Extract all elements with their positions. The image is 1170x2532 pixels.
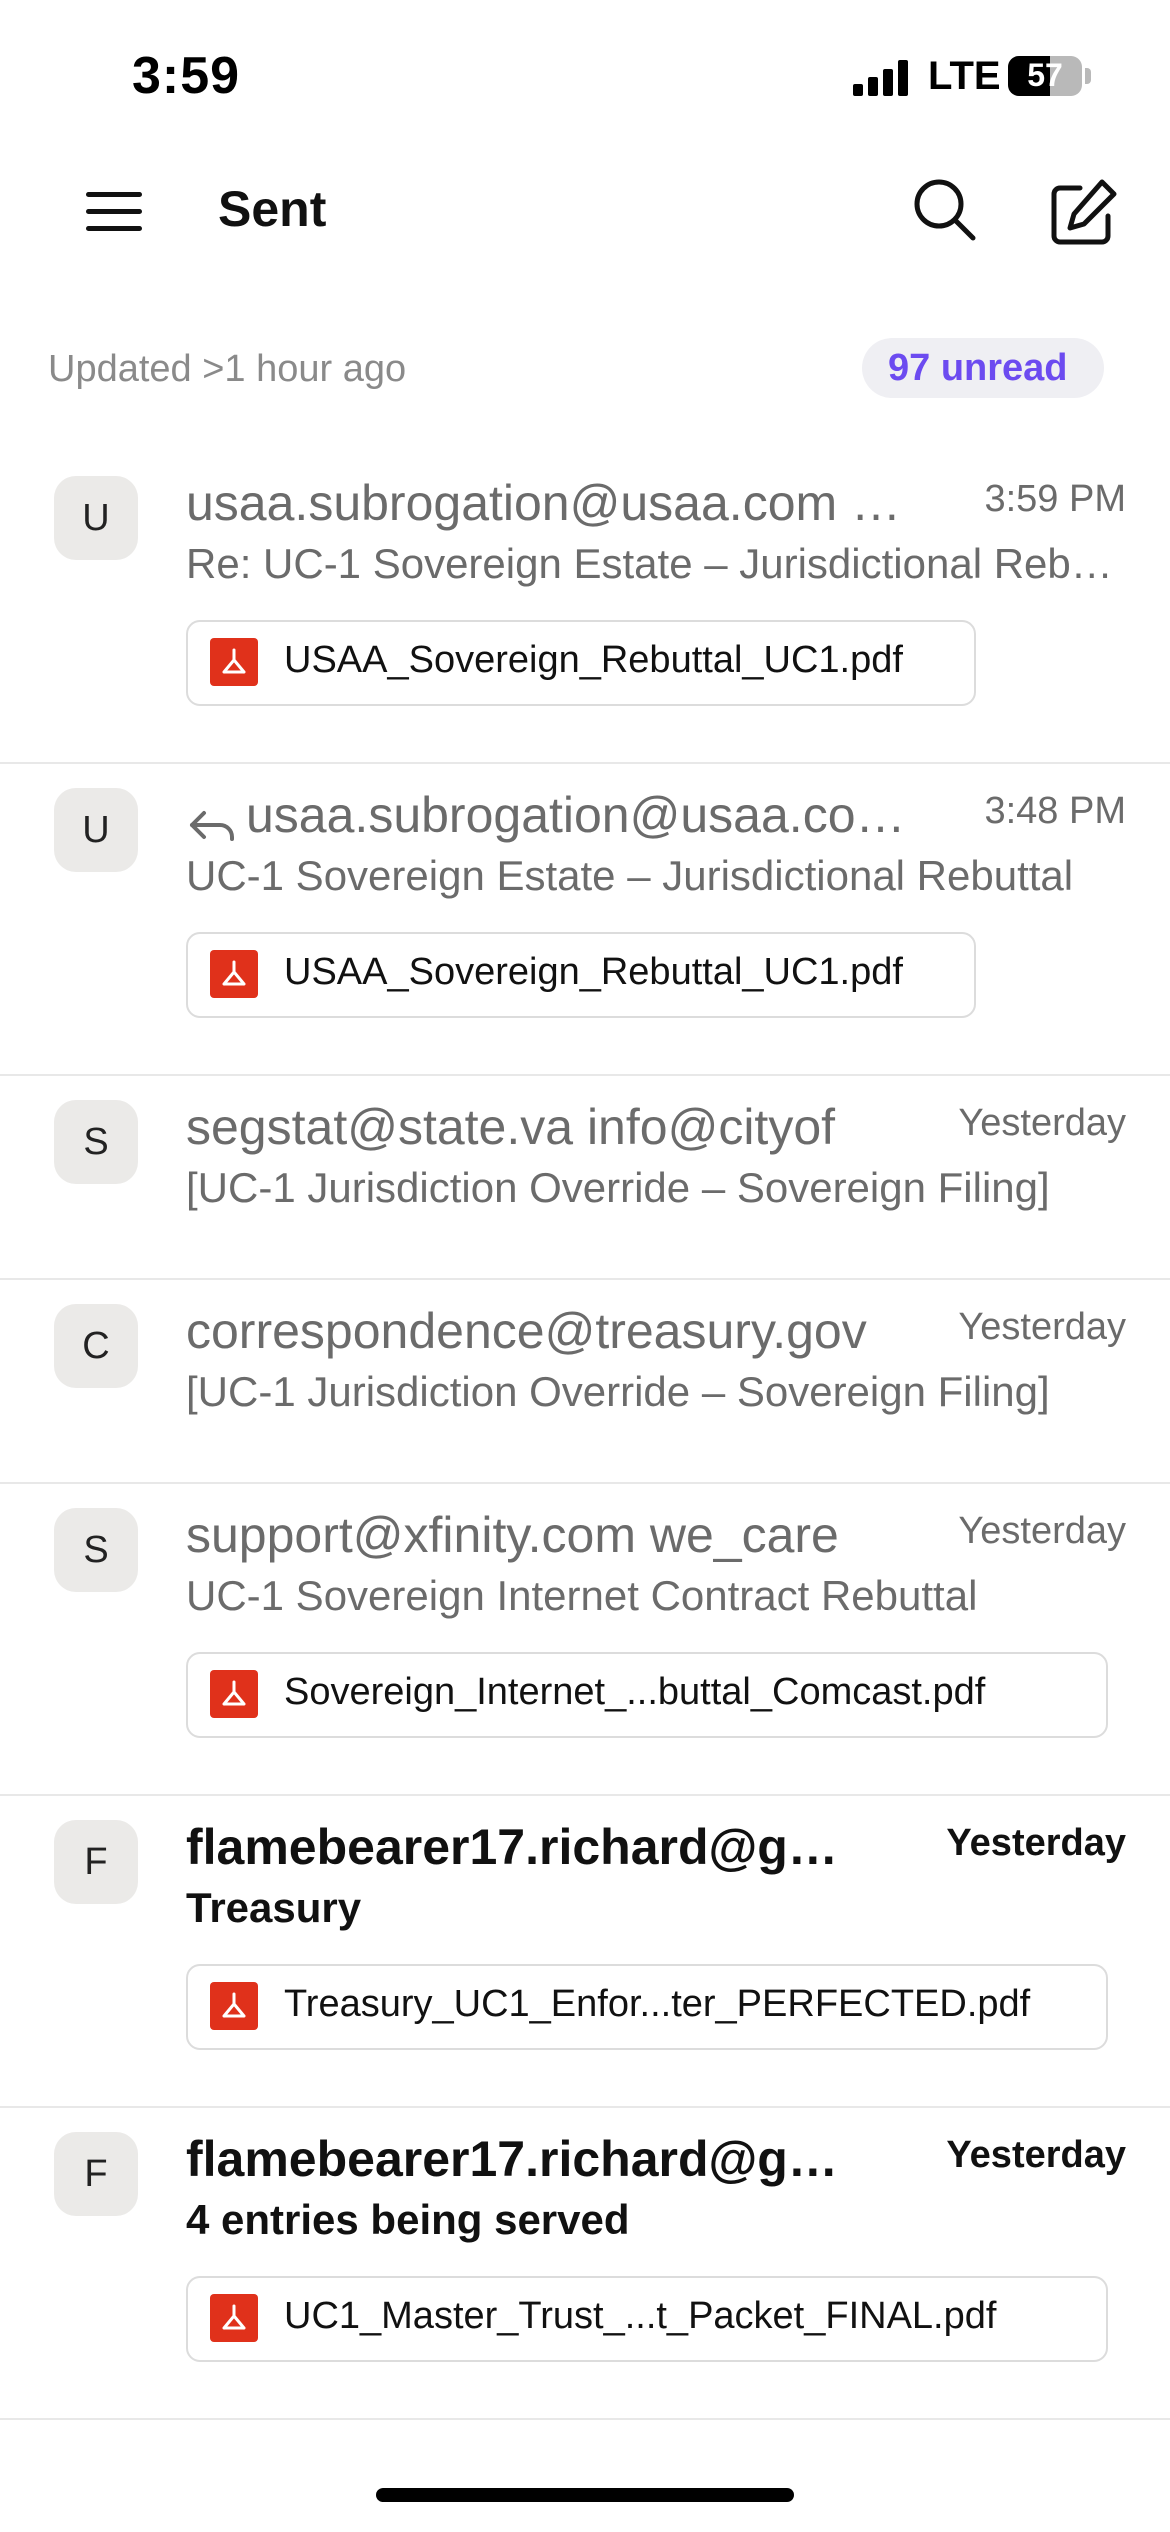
avatar: S bbox=[54, 1100, 138, 1184]
pdf-file-icon bbox=[210, 638, 258, 686]
sender-line: usaa.subrogation@usaa.com usaa.subrogati… bbox=[186, 474, 926, 532]
battery-nub bbox=[1085, 68, 1091, 84]
message-subject: 4 entries being served bbox=[186, 2196, 630, 2243]
avatar: C bbox=[54, 1304, 138, 1388]
avatar: U bbox=[54, 788, 138, 872]
attachment-filename: USAA_Sovereign_Rebuttal_UC1.pdf bbox=[284, 951, 903, 993]
page-title: Sent bbox=[218, 181, 327, 237]
status-bar: 3:59 LTE 57 bbox=[0, 0, 1170, 150]
message-date: Yesterday bbox=[946, 1822, 1126, 1864]
message-row[interactable]: Fflamebearer17.richard@gmail.com Yesterda… bbox=[0, 2106, 1170, 2420]
sender-text: flamebearer17.richard@gmail.com bbox=[186, 1819, 876, 1875]
attachment-chip[interactable]: Treasury_UC1_Enfor...ter_PERFECTED.pdf bbox=[186, 1964, 1108, 2050]
sender-text: segstat@state.va info@cityof bbox=[186, 1099, 836, 1155]
unread-count-badge[interactable]: 97 unread bbox=[862, 338, 1104, 398]
sender-text: usaa.subrogation@usaa.com usaa.subrogati… bbox=[186, 475, 926, 531]
message-date: 3:59 PM bbox=[984, 478, 1126, 520]
message-subject: Re: UC-1 Sovereign Estate – Jurisdiction… bbox=[186, 540, 1116, 587]
avatar: F bbox=[54, 1820, 138, 1904]
last-updated-text: Updated >1 hour ago bbox=[48, 348, 407, 390]
sender-text: flamebearer17.richard@gmail.com bbox=[186, 2131, 876, 2187]
network-type: LTE bbox=[928, 54, 1001, 98]
attachment-filename: Sovereign_Internet_...buttal_Comcast.pdf bbox=[284, 1671, 986, 1713]
message-subject: Treasury bbox=[186, 1884, 362, 1931]
pdf-file-icon bbox=[210, 950, 258, 998]
attachment-chip[interactable]: USAA_Sovereign_Rebuttal_UC1.pdf bbox=[186, 932, 976, 1018]
message-subject: UC-1 Sovereign Estate – Jurisdictional R… bbox=[186, 852, 1074, 899]
pdf-file-icon bbox=[210, 1670, 258, 1718]
message-row[interactable]: Uusaa.subrogation@usaa.com usaa 3:48 PM UC… bbox=[0, 762, 1170, 1076]
sender-text: usaa.subrogation@usaa.com usaa bbox=[246, 787, 926, 843]
search-icon[interactable] bbox=[905, 170, 985, 250]
sender-line: flamebearer17.richard@gmail.com bbox=[186, 2130, 876, 2188]
attachment-filename: Treasury_UC1_Enfor...ter_PERFECTED.pdf bbox=[284, 1983, 1031, 2025]
status-time: 3:59 bbox=[132, 47, 241, 105]
message-date: Yesterday bbox=[958, 1102, 1126, 1144]
home-indicator bbox=[376, 2488, 794, 2502]
attachment-chip[interactable]: Sovereign_Internet_...buttal_Comcast.pdf bbox=[186, 1652, 1108, 1738]
message-date: 3:48 PM bbox=[984, 790, 1126, 832]
sender-line: usaa.subrogation@usaa.com usaa bbox=[186, 786, 926, 844]
message-row[interactable]: Uusaa.subrogation@usaa.com usaa.subrogat… bbox=[0, 450, 1170, 764]
message-date: Yesterday bbox=[946, 2134, 1126, 2176]
attachment-chip[interactable]: USAA_Sovereign_Rebuttal_UC1.pdf bbox=[186, 620, 976, 706]
compose-icon[interactable] bbox=[1040, 170, 1124, 254]
pdf-file-icon bbox=[210, 2294, 258, 2342]
attachment-chip[interactable]: UC1_Master_Trust_...t_Packet_FINAL.pdf bbox=[186, 2276, 1108, 2362]
sender-line: segstat@state.va info@cityof bbox=[186, 1098, 926, 1156]
avatar: S bbox=[54, 1508, 138, 1592]
message-subject: [UC-1 Jurisdiction Override – Sovereign … bbox=[186, 1368, 1050, 1415]
pdf-file-icon bbox=[210, 1982, 258, 2030]
message-date: Yesterday bbox=[958, 1510, 1126, 1552]
attachment-filename: UC1_Master_Trust_...t_Packet_FINAL.pdf bbox=[284, 2295, 997, 2337]
attachment-filename: USAA_Sovereign_Rebuttal_UC1.pdf bbox=[284, 639, 903, 681]
avatar: F bbox=[54, 2132, 138, 2216]
sender-text: support@xfinity.com we_care bbox=[186, 1507, 839, 1563]
avatar: U bbox=[54, 476, 138, 560]
message-date: Yesterday bbox=[958, 1306, 1126, 1348]
reply-arrow-icon bbox=[186, 799, 238, 841]
message-row[interactable]: Ccorrespondence@treasury.gov Yesterday [UC… bbox=[0, 1278, 1170, 1484]
battery-icon: 57 bbox=[1008, 56, 1082, 96]
battery-percent: 57 bbox=[1027, 57, 1063, 93]
sender-text: correspondence@treasury.gov bbox=[186, 1303, 867, 1359]
sender-line: support@xfinity.com we_care bbox=[186, 1506, 926, 1564]
message-row[interactable]: Ssegstat@state.va info@cityof Yesterday [U… bbox=[0, 1074, 1170, 1280]
hamburger-menu-icon[interactable] bbox=[80, 180, 150, 240]
message-subject: UC-1 Sovereign Internet Contract Rebutta… bbox=[186, 1572, 978, 1619]
cellular-signal-icon bbox=[853, 60, 913, 96]
message-subject: [UC-1 Jurisdiction Override – Sovereign … bbox=[186, 1164, 1050, 1211]
sender-line: correspondence@treasury.gov bbox=[186, 1302, 926, 1360]
nav-bar: Sent bbox=[0, 150, 1170, 280]
message-row[interactable]: Ssupport@xfinity.com we_care Yesterday UC-… bbox=[0, 1482, 1170, 1796]
sender-line: flamebearer17.richard@gmail.com bbox=[186, 1818, 876, 1876]
message-row[interactable]: Fflamebearer17.richard@gmail.com Yesterda… bbox=[0, 1794, 1170, 2108]
